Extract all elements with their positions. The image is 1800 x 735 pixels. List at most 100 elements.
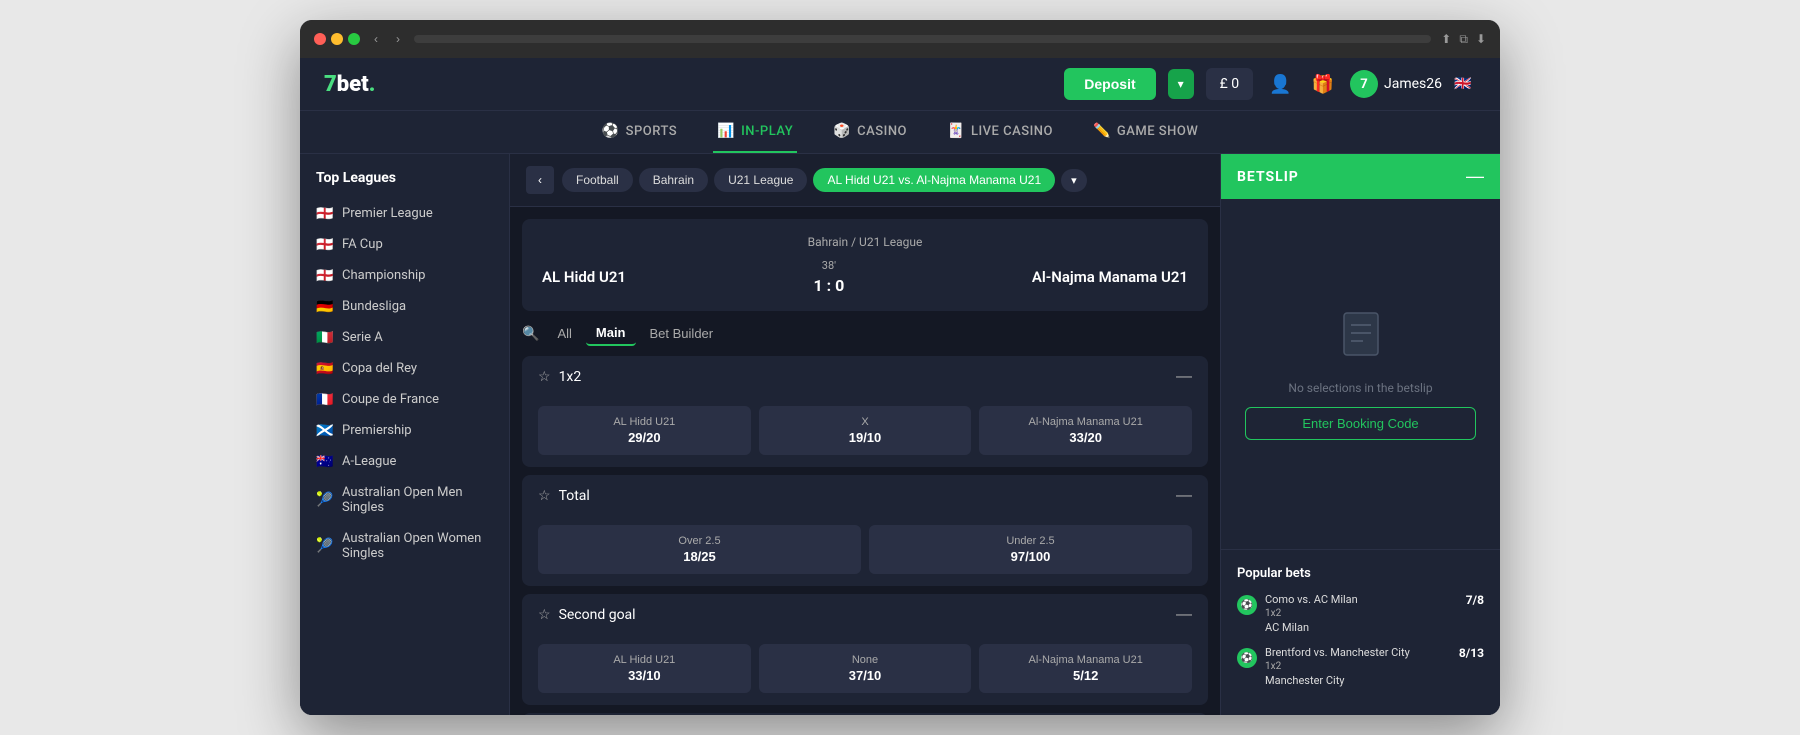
away-sg-value: 5/12 — [1073, 668, 1098, 683]
nav-live-casino[interactable]: 🃏 LIVE CASINO — [943, 111, 1057, 153]
language-flag[interactable]: 🇬🇧 — [1454, 76, 1476, 92]
total-star-icon[interactable]: ☆ — [538, 488, 551, 504]
sidebar-item-fa-cup[interactable]: 🏴󠁧󠁢󠁥󠁮󠁧󠁿 FA Cup — [300, 229, 509, 260]
over-value: 18/25 — [683, 549, 716, 564]
sidebar-item-aus-open-men[interactable]: 🎾 Australian Open Men Singles — [300, 477, 509, 523]
odds-under-2-5[interactable]: Under 2.5 97/100 — [869, 525, 1192, 574]
market-second-goal-label: Second goal — [559, 607, 636, 623]
odds-none-sg[interactable]: None 37/10 — [759, 644, 972, 693]
sidebar-item-serie-a[interactable]: 🇮🇹 Serie A — [300, 322, 509, 353]
second-goal-star-icon[interactable]: ☆ — [538, 607, 551, 623]
coupe-de-france-label: Coupe de France — [342, 392, 439, 407]
sidebar-item-premiership[interactable]: 🏴󠁧󠁢󠁳󠁣󠁴󠁿 Premiership — [300, 415, 509, 446]
betslip-minimize-button[interactable]: — — [1466, 166, 1484, 187]
user-avatar: 7 — [1350, 70, 1378, 98]
under-value: 97/100 — [1011, 549, 1051, 564]
deposit-dropdown-button[interactable]: ▾ — [1168, 69, 1194, 99]
logo[interactable]: 7bet. — [324, 72, 375, 97]
odds-away-1x2[interactable]: Al-Najma Manama U21 33/20 — [979, 406, 1192, 455]
download-button[interactable]: ⬇ — [1476, 32, 1486, 47]
aus-open-women-flag: 🎾 — [316, 539, 334, 553]
add-tab-button[interactable]: ⧉ — [1459, 32, 1468, 47]
browser-frame: ‹ › ⬆ ⧉ ⬇ 7bet. Deposit ▾ £ 0 👤 🎁 7 Jame… — [300, 20, 1500, 715]
popular-bet-2-odds: 8/13 — [1459, 646, 1484, 660]
deposit-button[interactable]: Deposit — [1064, 68, 1155, 100]
tab-main[interactable]: Main — [586, 321, 636, 346]
market-double-chance-header[interactable]: ☆ Double chance — — [522, 713, 1208, 715]
address-bar[interactable] — [414, 35, 1431, 43]
match-league: Bahrain / U21 League — [542, 235, 1188, 249]
market-total: ☆ Total — Over 2.5 18/25 Under 2.5 97/10… — [522, 475, 1208, 586]
main-layout: Top Leagues 🏴󠁧󠁢󠁥󠁮󠁧󠁿 Premier League 🏴󠁧󠁢󠁥󠁮… — [300, 154, 1500, 715]
popular-bet-1[interactable]: ⚽ Como vs. AC Milan 1x2 AC Milan 7/8 — [1237, 593, 1484, 634]
market-search-button[interactable]: 🔍 — [522, 325, 539, 342]
breadcrumb-u21-league[interactable]: U21 League — [714, 168, 807, 192]
market-1x2-label: 1x2 — [559, 369, 582, 385]
market-total-label: Total — [559, 488, 590, 504]
gifts-icon-button[interactable]: 🎁 — [1308, 70, 1338, 99]
market-1x2-collapse[interactable]: — — [1176, 368, 1192, 386]
forward-button[interactable]: › — [392, 30, 404, 48]
back-button[interactable]: ‹ — [370, 30, 382, 48]
market-total-header[interactable]: ☆ Total — — [522, 475, 1208, 517]
minimize-button[interactable] — [331, 33, 343, 45]
user-info[interactable]: 7 James26 — [1350, 70, 1442, 98]
odds-home-1x2[interactable]: AL Hidd U21 29/20 — [538, 406, 751, 455]
nav-casino[interactable]: 🎲 CASINO — [829, 111, 911, 153]
odds-draw-1x2[interactable]: X 19/10 — [759, 406, 972, 455]
market-second-goal-header[interactable]: ☆ Second goal — — [522, 594, 1208, 636]
sidebar-item-copa-del-rey[interactable]: 🇪🇸 Copa del Rey — [300, 353, 509, 384]
sidebar-item-coupe-de-france[interactable]: 🇫🇷 Coupe de France — [300, 384, 509, 415]
odds-home-label: AL Hidd U21 — [613, 416, 675, 428]
nav-in-play[interactable]: 📊 IN-PLAY — [713, 111, 797, 153]
serie-a-flag: 🇮🇹 — [316, 331, 334, 345]
nav-game-show[interactable]: ✏️ GAME SHOW — [1089, 111, 1202, 153]
market-second-goal-collapse[interactable]: — — [1176, 606, 1192, 624]
soccer-ball-icon-2: ⚽ — [1237, 648, 1257, 668]
odds-away-sg[interactable]: Al-Najma Manama U21 5/12 — [979, 644, 1192, 693]
bundesliga-label: Bundesliga — [342, 299, 406, 314]
market-total-collapse[interactable]: — — [1176, 487, 1192, 505]
aus-open-men-flag: 🎾 — [316, 493, 334, 507]
tab-all[interactable]: All — [547, 322, 581, 345]
home-sg-label: AL Hidd U21 — [613, 654, 675, 666]
content-area: ‹ Football Bahrain U21 League AL Hidd U2… — [510, 154, 1220, 715]
sidebar-item-premier-league[interactable]: 🏴󠁧󠁢󠁥󠁮󠁧󠁿 Premier League — [300, 198, 509, 229]
odds-home-sg[interactable]: AL Hidd U21 33/10 — [538, 644, 751, 693]
account-icon-button[interactable]: 👤 — [1265, 70, 1295, 99]
tab-bet-builder[interactable]: Bet Builder — [640, 322, 724, 345]
premiership-label: Premiership — [342, 423, 412, 438]
soccer-ball-icon-1: ⚽ — [1237, 595, 1257, 615]
fullscreen-button[interactable] — [348, 33, 360, 45]
odds-draw-value: 19/10 — [849, 430, 882, 445]
over-label: Over 2.5 — [678, 535, 720, 547]
sports-icon: ⚽ — [602, 123, 620, 139]
match-header: Bahrain / U21 League AL Hidd U21 38' 1 :… — [522, 219, 1208, 311]
fa-cup-label: FA Cup — [342, 237, 383, 252]
1x2-star-icon[interactable]: ☆ — [538, 369, 551, 385]
sidebar-item-a-league[interactable]: 🇦🇺 A-League — [300, 446, 509, 477]
betslip-empty-state: No selections in the betslip Enter Booki… — [1221, 199, 1500, 549]
breadcrumb-bahrain[interactable]: Bahrain — [639, 168, 708, 192]
nav-sports[interactable]: ⚽ SPORTS — [598, 111, 682, 153]
sidebar-item-aus-open-women[interactable]: 🎾 Australian Open Women Singles — [300, 523, 509, 569]
share-button[interactable]: ⬆ — [1441, 32, 1451, 47]
breadcrumb-football[interactable]: Football — [562, 168, 633, 192]
sidebar-item-championship[interactable]: 🏴󠁧󠁢󠁥󠁮󠁧󠁿 Championship — [300, 260, 509, 291]
odds-row-1x2: AL Hidd U21 29/20 X 19/10 Al-Najma Manam… — [522, 398, 1208, 467]
breadcrumb-back-button[interactable]: ‹ — [526, 166, 554, 194]
breadcrumb-match[interactable]: AL Hidd U21 vs. Al-Najma Manama U21 — [813, 168, 1055, 192]
sidebar-item-bundesliga[interactable]: 🇩🇪 Bundesliga — [300, 291, 509, 322]
fa-cup-flag: 🏴󠁧󠁢󠁥󠁮󠁧󠁿 — [316, 238, 334, 252]
betslip-header: BETSLIP — — [1221, 154, 1500, 199]
breadcrumb-chevron[interactable]: ▾ — [1061, 169, 1087, 192]
popular-bet-2[interactable]: ⚽ Brentford vs. Manchester City 1x2 Manc… — [1237, 646, 1484, 687]
market-1x2-header[interactable]: ☆ 1x2 — — [522, 356, 1208, 398]
nav-casino-label: CASINO — [857, 124, 907, 139]
a-league-label: A-League — [342, 454, 396, 469]
close-button[interactable] — [314, 33, 326, 45]
market-double-chance: ☆ Double chance — — [522, 713, 1208, 715]
bundesliga-flag: 🇩🇪 — [316, 300, 334, 314]
booking-code-button[interactable]: Enter Booking Code — [1245, 407, 1476, 440]
odds-over-2-5[interactable]: Over 2.5 18/25 — [538, 525, 861, 574]
